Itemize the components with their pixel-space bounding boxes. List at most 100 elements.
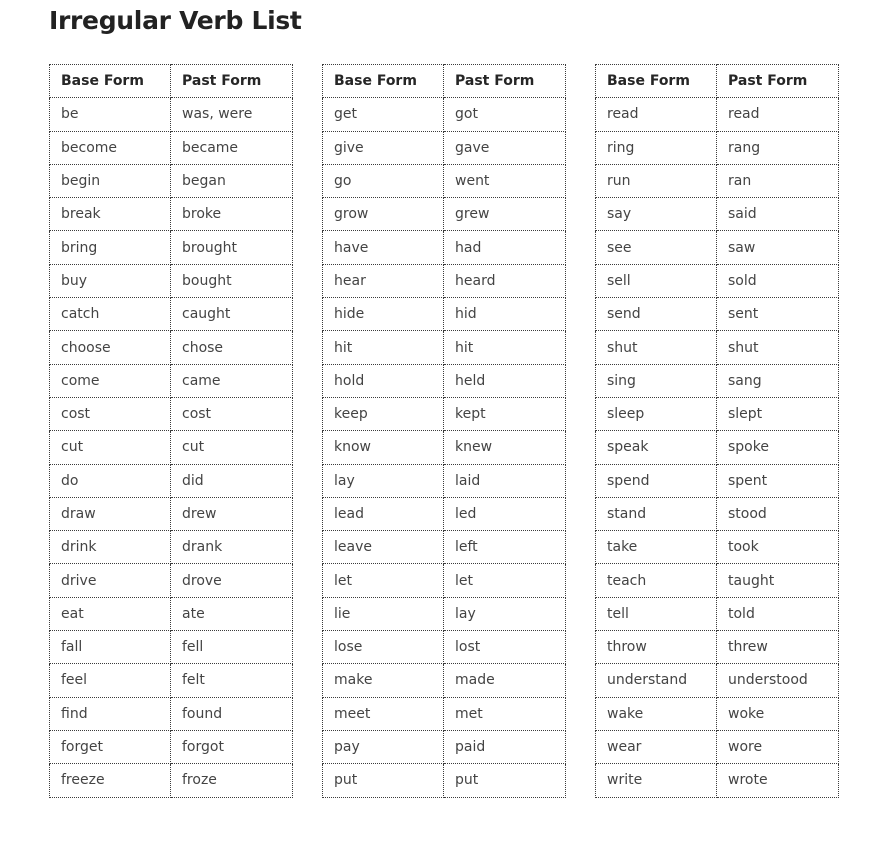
past-form-cell: gave bbox=[443, 130, 566, 165]
past-form-cell: forgot bbox=[170, 729, 293, 765]
base-form-cell: keep bbox=[322, 396, 444, 432]
past-form-cell: felt bbox=[170, 663, 293, 698]
table-row: put put bbox=[322, 763, 566, 798]
past-form-cell: lay bbox=[443, 596, 566, 632]
base-form-cell: read bbox=[595, 97, 717, 132]
header-past-form: Past Form bbox=[716, 63, 839, 99]
table-row: fall fell bbox=[49, 630, 293, 665]
past-form-cell: hid bbox=[443, 297, 566, 332]
base-form-cell: eat bbox=[49, 596, 171, 632]
past-form-cell: shut bbox=[716, 330, 839, 365]
past-form-cell: chose bbox=[170, 330, 293, 365]
past-form-cell: sold bbox=[716, 263, 839, 299]
base-form-cell: let bbox=[322, 563, 444, 598]
verb-table-3: Base Form Past Form read read ring rang run ran… bbox=[595, 63, 839, 798]
base-form-cell: leave bbox=[322, 530, 444, 565]
table-row: sell sold bbox=[595, 263, 839, 299]
past-form-cell: was, were bbox=[170, 97, 293, 132]
table-row: freeze froze bbox=[49, 763, 293, 798]
base-form-cell: come bbox=[49, 363, 171, 398]
base-form-cell: ring bbox=[595, 130, 717, 165]
past-form-cell: hit bbox=[443, 330, 566, 365]
header-base-form: Base Form bbox=[49, 63, 171, 99]
base-form-cell: feel bbox=[49, 663, 171, 698]
table-row: meet met bbox=[322, 696, 566, 731]
past-form-cell: knew bbox=[443, 430, 566, 465]
verb-table-1: Base Form Past Form be was, were become becam… bbox=[49, 63, 293, 798]
base-form-cell: choose bbox=[49, 330, 171, 365]
verb-table-2: Base Form Past Form get got give gave go went gr… bbox=[322, 63, 566, 798]
header-base-form: Base Form bbox=[322, 63, 444, 99]
past-form-cell: led bbox=[443, 496, 566, 532]
past-form-cell: ran bbox=[716, 163, 839, 199]
table-header-row: Base Form Past Form bbox=[49, 63, 293, 99]
table-row: forget forgot bbox=[49, 729, 293, 765]
table-row: spend spent bbox=[595, 463, 839, 498]
base-form-cell: tell bbox=[595, 596, 717, 632]
base-form-cell: begin bbox=[49, 163, 171, 199]
table-row: get got bbox=[322, 97, 566, 132]
table-row: leave left bbox=[322, 530, 566, 565]
table-row: become became bbox=[49, 130, 293, 165]
base-form-cell: write bbox=[595, 763, 717, 798]
table-row: hold held bbox=[322, 363, 566, 398]
base-form-cell: be bbox=[49, 97, 171, 132]
base-form-cell: wear bbox=[595, 729, 717, 765]
table-row: come came bbox=[49, 363, 293, 398]
table-row: be was, were bbox=[49, 97, 293, 132]
base-form-cell: sell bbox=[595, 263, 717, 299]
base-form-cell: speak bbox=[595, 430, 717, 465]
table-header-row: Base Form Past Form bbox=[322, 63, 566, 99]
past-form-cell: cut bbox=[170, 430, 293, 465]
base-form-cell: put bbox=[322, 763, 444, 798]
table-row: lay laid bbox=[322, 463, 566, 498]
table-row: drive drove bbox=[49, 563, 293, 598]
table-row: hear heard bbox=[322, 263, 566, 299]
table-row: grow grew bbox=[322, 197, 566, 232]
past-form-cell: said bbox=[716, 197, 839, 232]
table-row: see saw bbox=[595, 230, 839, 265]
table-row: hit hit bbox=[322, 330, 566, 365]
table-row: read read bbox=[595, 97, 839, 132]
base-form-cell: lose bbox=[322, 630, 444, 665]
table-row: stand stood bbox=[595, 496, 839, 532]
table-row: let let bbox=[322, 563, 566, 598]
base-form-cell: shut bbox=[595, 330, 717, 365]
table-row: begin began bbox=[49, 163, 293, 199]
past-form-cell: held bbox=[443, 363, 566, 398]
base-form-cell: lead bbox=[322, 496, 444, 532]
past-form-cell: taught bbox=[716, 563, 839, 598]
past-form-cell: made bbox=[443, 663, 566, 698]
table-row: keep kept bbox=[322, 396, 566, 432]
past-form-cell: woke bbox=[716, 696, 839, 731]
base-form-cell: drive bbox=[49, 563, 171, 598]
past-form-cell: rang bbox=[716, 130, 839, 165]
past-form-cell: let bbox=[443, 563, 566, 598]
base-form-cell: draw bbox=[49, 496, 171, 532]
base-form-cell: cost bbox=[49, 396, 171, 432]
base-form-cell: give bbox=[322, 130, 444, 165]
base-form-cell: forget bbox=[49, 729, 171, 765]
base-form-cell: go bbox=[322, 163, 444, 199]
past-form-cell: froze bbox=[170, 763, 293, 798]
table-row: run ran bbox=[595, 163, 839, 199]
past-form-cell: laid bbox=[443, 463, 566, 498]
table-row: understand understood bbox=[595, 663, 839, 698]
table-row: buy bought bbox=[49, 263, 293, 299]
header-base-form: Base Form bbox=[595, 63, 717, 99]
base-form-cell: do bbox=[49, 463, 171, 498]
past-form-cell: met bbox=[443, 696, 566, 731]
base-form-cell: break bbox=[49, 197, 171, 232]
past-form-cell: did bbox=[170, 463, 293, 498]
past-form-cell: bought bbox=[170, 263, 293, 299]
table-row: ring rang bbox=[595, 130, 839, 165]
page-title: Irregular Verb List bbox=[49, 6, 302, 35]
base-form-cell: catch bbox=[49, 297, 171, 332]
table-row: write wrote bbox=[595, 763, 839, 798]
past-form-cell: broke bbox=[170, 197, 293, 232]
table-row: wear wore bbox=[595, 729, 839, 765]
past-form-cell: drove bbox=[170, 563, 293, 598]
past-form-cell: came bbox=[170, 363, 293, 398]
table-row: hide hid bbox=[322, 297, 566, 332]
past-form-cell: cost bbox=[170, 396, 293, 432]
